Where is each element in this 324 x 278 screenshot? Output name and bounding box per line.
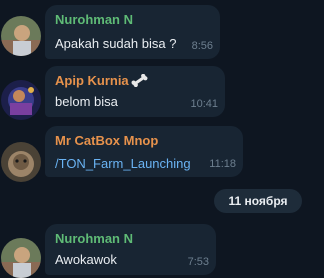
user-avatar[interactable] [1,16,41,56]
sender-name-label: Apip Kurnia [55,73,129,88]
message-time: 7:53 [187,256,209,268]
sender-name[interactable]: Apip Kurnia [55,73,148,88]
user-avatar[interactable] [1,80,41,120]
sender-name[interactable]: Nurohman N [55,231,133,246]
message-text: belom bisa [55,94,118,109]
message-bubble[interactable]: Nurohman N Awokawok 7:53 [45,224,216,275]
user-photo-avatar [1,16,41,56]
message-time: 11:18 [209,158,236,170]
message-bubble[interactable]: Apip Kurnia belom bisa 10:41 [45,66,225,117]
message-bubble[interactable]: Nurohman N Apakah sudah bisa ? 8:56 [45,5,220,59]
message-time: 8:56 [191,40,213,52]
user-avatar[interactable] [1,238,41,278]
message-time: 10:41 [190,98,218,110]
sender-name[interactable]: Nurohman N [55,12,133,27]
user-photo-avatar [1,142,41,182]
user-photo-avatar [1,80,41,120]
message-bubble[interactable]: Mr CatBox Mnop /TON_Farm_Launching 11:18 [45,126,243,177]
user-photo-avatar [1,238,41,278]
message-text: Awokawok [55,252,117,267]
message-text: Apakah sudah bisa ? [55,36,177,51]
bone-icon [131,74,148,87]
user-avatar[interactable] [1,142,41,182]
sender-name[interactable]: Mr CatBox Mnop [55,133,158,148]
date-separator: 11 ноября [214,189,302,213]
command-link[interactable]: /TON_Farm_Launching [55,156,191,171]
